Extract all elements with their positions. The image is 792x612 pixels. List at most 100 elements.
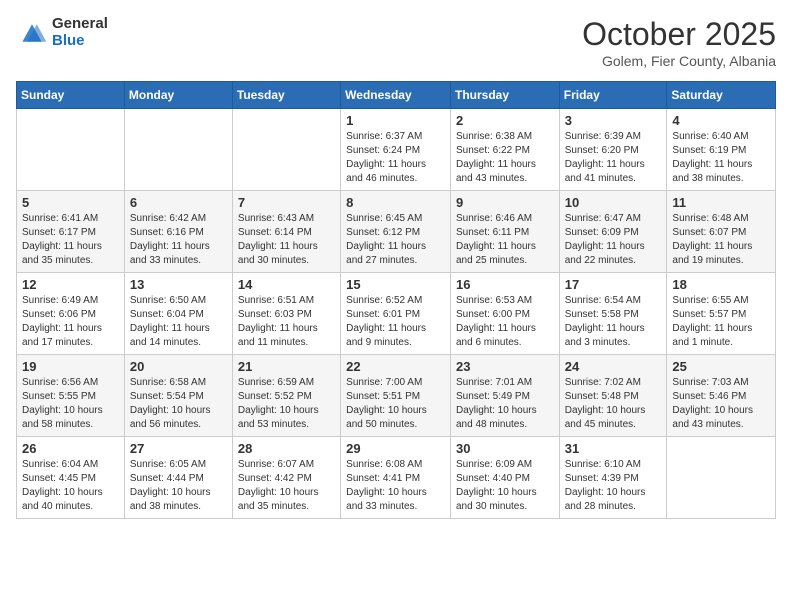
calendar-cell: 2 Sunrise: 6:38 AM Sunset: 6:22 PM Daylig… — [450, 109, 559, 191]
day-number: 2 — [456, 113, 554, 128]
day-number: 13 — [130, 277, 227, 292]
day-number: 6 — [130, 195, 227, 210]
day-info: Sunrise: 6:56 AM Sunset: 5:55 PM Dayligh… — [22, 376, 119, 432]
day-number: 9 — [456, 195, 554, 210]
day-number: 4 — [672, 113, 770, 128]
logo-general-text: General — [52, 16, 108, 33]
day-number: 7 — [238, 195, 335, 210]
calendar-cell: 18 Sunrise: 6:55 AM Sunset: 5:57 PM Dayli… — [667, 273, 776, 355]
day-info: Sunrise: 6:46 AM Sunset: 6:11 PM Dayligh… — [456, 212, 554, 268]
day-number: 16 — [456, 277, 554, 292]
weekday-header-saturday: Saturday — [667, 82, 776, 109]
day-number: 3 — [565, 113, 662, 128]
day-info: Sunrise: 6:38 AM Sunset: 6:22 PM Dayligh… — [456, 130, 554, 186]
month-title: October 2025 — [582, 16, 776, 53]
calendar-cell: 4 Sunrise: 6:40 AM Sunset: 6:19 PM Daylig… — [667, 109, 776, 191]
calendar-cell — [667, 437, 776, 519]
calendar-cell: 13 Sunrise: 6:50 AM Sunset: 6:04 PM Dayli… — [124, 273, 232, 355]
day-info: Sunrise: 6:45 AM Sunset: 6:12 PM Dayligh… — [346, 212, 445, 268]
calendar-cell — [17, 109, 125, 191]
calendar-cell: 29Sunrise: 6:08 AM Sunset: 4:41 PM Dayli… — [341, 437, 451, 519]
day-info: Sunrise: 6:05 AM Sunset: 4:44 PM Dayligh… — [130, 458, 227, 514]
day-number: 30 — [456, 441, 554, 456]
calendar-cell: 28 Sunrise: 6:07 AM Sunset: 4:42 PM Dayli… — [232, 437, 340, 519]
calendar-cell: 12 Sunrise: 6:49 AM Sunset: 6:06 PM Dayli… — [17, 273, 125, 355]
calendar-cell: 3Sunrise: 6:39 AM Sunset: 6:20 PM Daylig… — [559, 109, 667, 191]
day-number: 20 — [130, 359, 227, 374]
day-info: Sunrise: 6:43 AM Sunset: 6:14 PM Dayligh… — [238, 212, 335, 268]
calendar-cell: 9 Sunrise: 6:46 AM Sunset: 6:11 PM Daylig… — [450, 191, 559, 273]
day-info: Sunrise: 6:09 AM Sunset: 4:40 PM Dayligh… — [456, 458, 554, 514]
day-number: 8 — [346, 195, 445, 210]
week-row-4: 19Sunrise: 6:56 AM Sunset: 5:55 PM Dayli… — [17, 355, 776, 437]
weekday-header-friday: Friday — [559, 82, 667, 109]
day-number: 31 — [565, 441, 662, 456]
day-number: 14 — [238, 277, 335, 292]
calendar-cell: 6 Sunrise: 6:42 AM Sunset: 6:16 PM Daylig… — [124, 191, 232, 273]
logo-icon — [16, 19, 48, 47]
day-number: 25 — [672, 359, 770, 374]
week-row-2: 5 Sunrise: 6:41 AM Sunset: 6:17 PM Daylig… — [17, 191, 776, 273]
calendar-cell — [232, 109, 340, 191]
day-number: 24 — [565, 359, 662, 374]
day-info: Sunrise: 6:37 AM Sunset: 6:24 PM Dayligh… — [346, 130, 445, 186]
calendar-cell: 14 Sunrise: 6:51 AM Sunset: 6:03 PM Dayli… — [232, 273, 340, 355]
day-info: Sunrise: 6:59 AM Sunset: 5:52 PM Dayligh… — [238, 376, 335, 432]
calendar-cell: 11Sunrise: 6:48 AM Sunset: 6:07 PM Dayli… — [667, 191, 776, 273]
day-info: Sunrise: 6:51 AM Sunset: 6:03 PM Dayligh… — [238, 294, 335, 350]
calendar-cell: 22 Sunrise: 7:00 AM Sunset: 5:51 PM Dayli… — [341, 355, 451, 437]
calendar-cell: 25 Sunrise: 7:03 AM Sunset: 5:46 PM Dayli… — [667, 355, 776, 437]
day-info: Sunrise: 6:49 AM Sunset: 6:06 PM Dayligh… — [22, 294, 119, 350]
day-info: Sunrise: 6:58 AM Sunset: 5:54 PM Dayligh… — [130, 376, 227, 432]
logo-text: General Blue — [52, 16, 108, 49]
day-info: Sunrise: 6:52 AM Sunset: 6:01 PM Dayligh… — [346, 294, 445, 350]
logo-blue-text: Blue — [52, 33, 108, 50]
day-info: Sunrise: 6:42 AM Sunset: 6:16 PM Dayligh… — [130, 212, 227, 268]
day-number: 18 — [672, 277, 770, 292]
page-header: General Blue October 2025 Golem, Fier Co… — [16, 16, 776, 69]
calendar-table: SundayMondayTuesdayWednesdayThursdayFrid… — [16, 81, 776, 519]
day-info: Sunrise: 7:00 AM Sunset: 5:51 PM Dayligh… — [346, 376, 445, 432]
day-info: Sunrise: 6:07 AM Sunset: 4:42 PM Dayligh… — [238, 458, 335, 514]
calendar-cell: 8 Sunrise: 6:45 AM Sunset: 6:12 PM Daylig… — [341, 191, 451, 273]
day-number: 12 — [22, 277, 119, 292]
calendar-cell: 24 Sunrise: 7:02 AM Sunset: 5:48 PM Dayli… — [559, 355, 667, 437]
day-info: Sunrise: 6:40 AM Sunset: 6:19 PM Dayligh… — [672, 130, 770, 186]
week-row-3: 12 Sunrise: 6:49 AM Sunset: 6:06 PM Dayli… — [17, 273, 776, 355]
day-info: Sunrise: 6:48 AM Sunset: 6:07 PM Dayligh… — [672, 212, 770, 268]
calendar-cell: 1Sunrise: 6:37 AM Sunset: 6:24 PM Daylig… — [341, 109, 451, 191]
day-info: Sunrise: 6:47 AM Sunset: 6:09 PM Dayligh… — [565, 212, 662, 268]
day-info: Sunrise: 6:55 AM Sunset: 5:57 PM Dayligh… — [672, 294, 770, 350]
weekday-header-wednesday: Wednesday — [341, 82, 451, 109]
day-info: Sunrise: 6:41 AM Sunset: 6:17 PM Dayligh… — [22, 212, 119, 268]
calendar-cell: 16Sunrise: 6:53 AM Sunset: 6:00 PM Dayli… — [450, 273, 559, 355]
day-number: 28 — [238, 441, 335, 456]
day-number: 5 — [22, 195, 119, 210]
day-info: Sunrise: 7:02 AM Sunset: 5:48 PM Dayligh… — [565, 376, 662, 432]
day-number: 21 — [238, 359, 335, 374]
day-number: 23 — [456, 359, 554, 374]
day-info: Sunrise: 6:10 AM Sunset: 4:39 PM Dayligh… — [565, 458, 662, 514]
weekday-header-thursday: Thursday — [450, 82, 559, 109]
calendar-cell: 23 Sunrise: 7:01 AM Sunset: 5:49 PM Dayli… — [450, 355, 559, 437]
calendar-cell: 26Sunrise: 6:04 AM Sunset: 4:45 PM Dayli… — [17, 437, 125, 519]
day-number: 22 — [346, 359, 445, 374]
location-title: Golem, Fier County, Albania — [582, 53, 776, 69]
day-info: Sunrise: 6:50 AM Sunset: 6:04 PM Dayligh… — [130, 294, 227, 350]
day-number: 27 — [130, 441, 227, 456]
calendar-cell: 15Sunrise: 6:52 AM Sunset: 6:01 PM Dayli… — [341, 273, 451, 355]
week-row-1: 1Sunrise: 6:37 AM Sunset: 6:24 PM Daylig… — [17, 109, 776, 191]
weekday-header-row: SundayMondayTuesdayWednesdayThursdayFrid… — [17, 82, 776, 109]
day-info: Sunrise: 7:03 AM Sunset: 5:46 PM Dayligh… — [672, 376, 770, 432]
calendar-cell: 10 Sunrise: 6:47 AM Sunset: 6:09 PM Dayli… — [559, 191, 667, 273]
weekday-header-sunday: Sunday — [17, 82, 125, 109]
day-info: Sunrise: 6:04 AM Sunset: 4:45 PM Dayligh… — [22, 458, 119, 514]
calendar-cell: 7 Sunrise: 6:43 AM Sunset: 6:14 PM Daylig… — [232, 191, 340, 273]
weekday-header-tuesday: Tuesday — [232, 82, 340, 109]
day-number: 10 — [565, 195, 662, 210]
day-info: Sunrise: 6:54 AM Sunset: 5:58 PM Dayligh… — [565, 294, 662, 350]
day-info: Sunrise: 7:01 AM Sunset: 5:49 PM Dayligh… — [456, 376, 554, 432]
calendar-cell: 27 Sunrise: 6:05 AM Sunset: 4:44 PM Dayli… — [124, 437, 232, 519]
day-info: Sunrise: 6:08 AM Sunset: 4:41 PM Dayligh… — [346, 458, 445, 514]
weekday-header-monday: Monday — [124, 82, 232, 109]
